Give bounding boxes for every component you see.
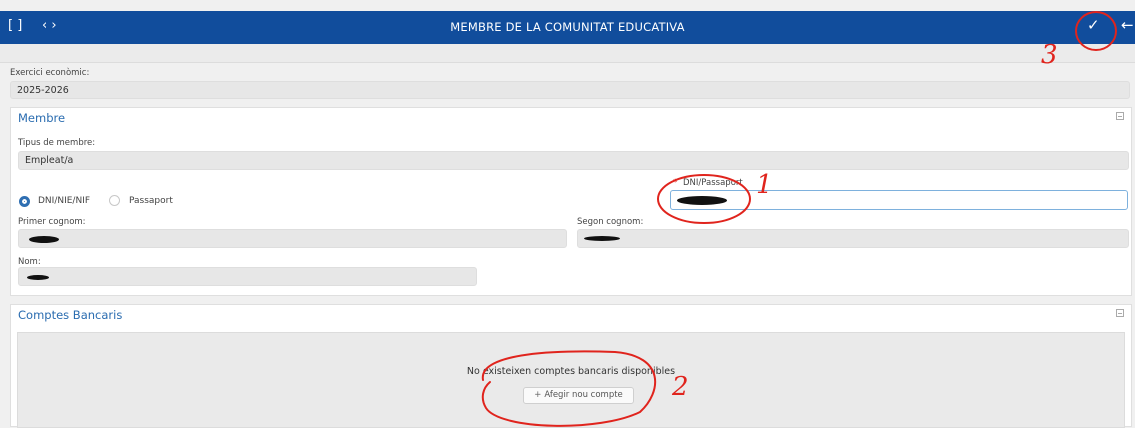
annotation-number-1: 1 bbox=[756, 170, 773, 200]
page-title: MEMBRE DE LA COMUNITAT EDUCATIVA bbox=[450, 20, 685, 34]
collapse-icon[interactable] bbox=[1116, 309, 1124, 317]
redaction-mark bbox=[29, 236, 59, 243]
plus-icon: + bbox=[534, 390, 542, 400]
comptes-panel-title: Comptes Bancaris bbox=[18, 308, 123, 322]
top-bar: [ ] ‹ › MEMBRE DE LA COMUNITAT EDUCATIVA… bbox=[0, 11, 1135, 44]
back-arrow-icon[interactable]: ← bbox=[1121, 16, 1134, 34]
required-mark: * bbox=[673, 178, 678, 188]
primer-cognom-label: Primer cognom: bbox=[18, 217, 86, 227]
check-icon[interactable]: ✓ bbox=[1087, 16, 1100, 34]
exercici-label: Exercici econòmic: bbox=[10, 68, 90, 78]
segon-cognom-field bbox=[577, 229, 1129, 248]
annotation-number-3: 3 bbox=[1041, 40, 1058, 70]
annotation-number-2: 2 bbox=[672, 372, 689, 402]
membre-panel-title: Membre bbox=[18, 111, 66, 125]
empty-message: No existeixen comptes bancaris disponibl… bbox=[466, 366, 676, 377]
tipus-membre-label: Tipus de membre: bbox=[18, 138, 96, 148]
comptes-empty-area: No existeixen comptes bancaris disponibl… bbox=[17, 332, 1125, 428]
nom-label: Nom: bbox=[18, 257, 41, 267]
add-account-label: Afegir nou compte bbox=[544, 390, 623, 400]
comptes-panel: Comptes Bancaris No existeixen comptes b… bbox=[10, 304, 1132, 428]
dni-passaport-input[interactable] bbox=[670, 190, 1128, 210]
tipus-membre-field[interactable]: Empleat/a bbox=[18, 151, 1129, 170]
nom-field bbox=[18, 267, 477, 286]
collapse-icon[interactable] bbox=[1116, 112, 1124, 120]
radio-passaport-label: Passaport bbox=[129, 196, 173, 206]
segon-cognom-label: Segon cognom: bbox=[577, 217, 644, 227]
radio-passaport[interactable] bbox=[109, 195, 120, 206]
dni-passaport-label: DNI/Passaport bbox=[683, 178, 743, 188]
sub-toolbar bbox=[0, 44, 1135, 63]
redaction-mark bbox=[27, 275, 49, 280]
radio-dni-label: DNI/NIE/NIF bbox=[38, 196, 91, 206]
radio-dni[interactable] bbox=[19, 196, 30, 207]
redaction-mark bbox=[677, 196, 727, 205]
primer-cognom-field bbox=[18, 229, 567, 248]
exercici-field: 2025-2026 bbox=[10, 81, 1130, 99]
redaction-mark bbox=[584, 236, 620, 241]
add-account-button[interactable]: + Afegir nou compte bbox=[523, 387, 634, 404]
